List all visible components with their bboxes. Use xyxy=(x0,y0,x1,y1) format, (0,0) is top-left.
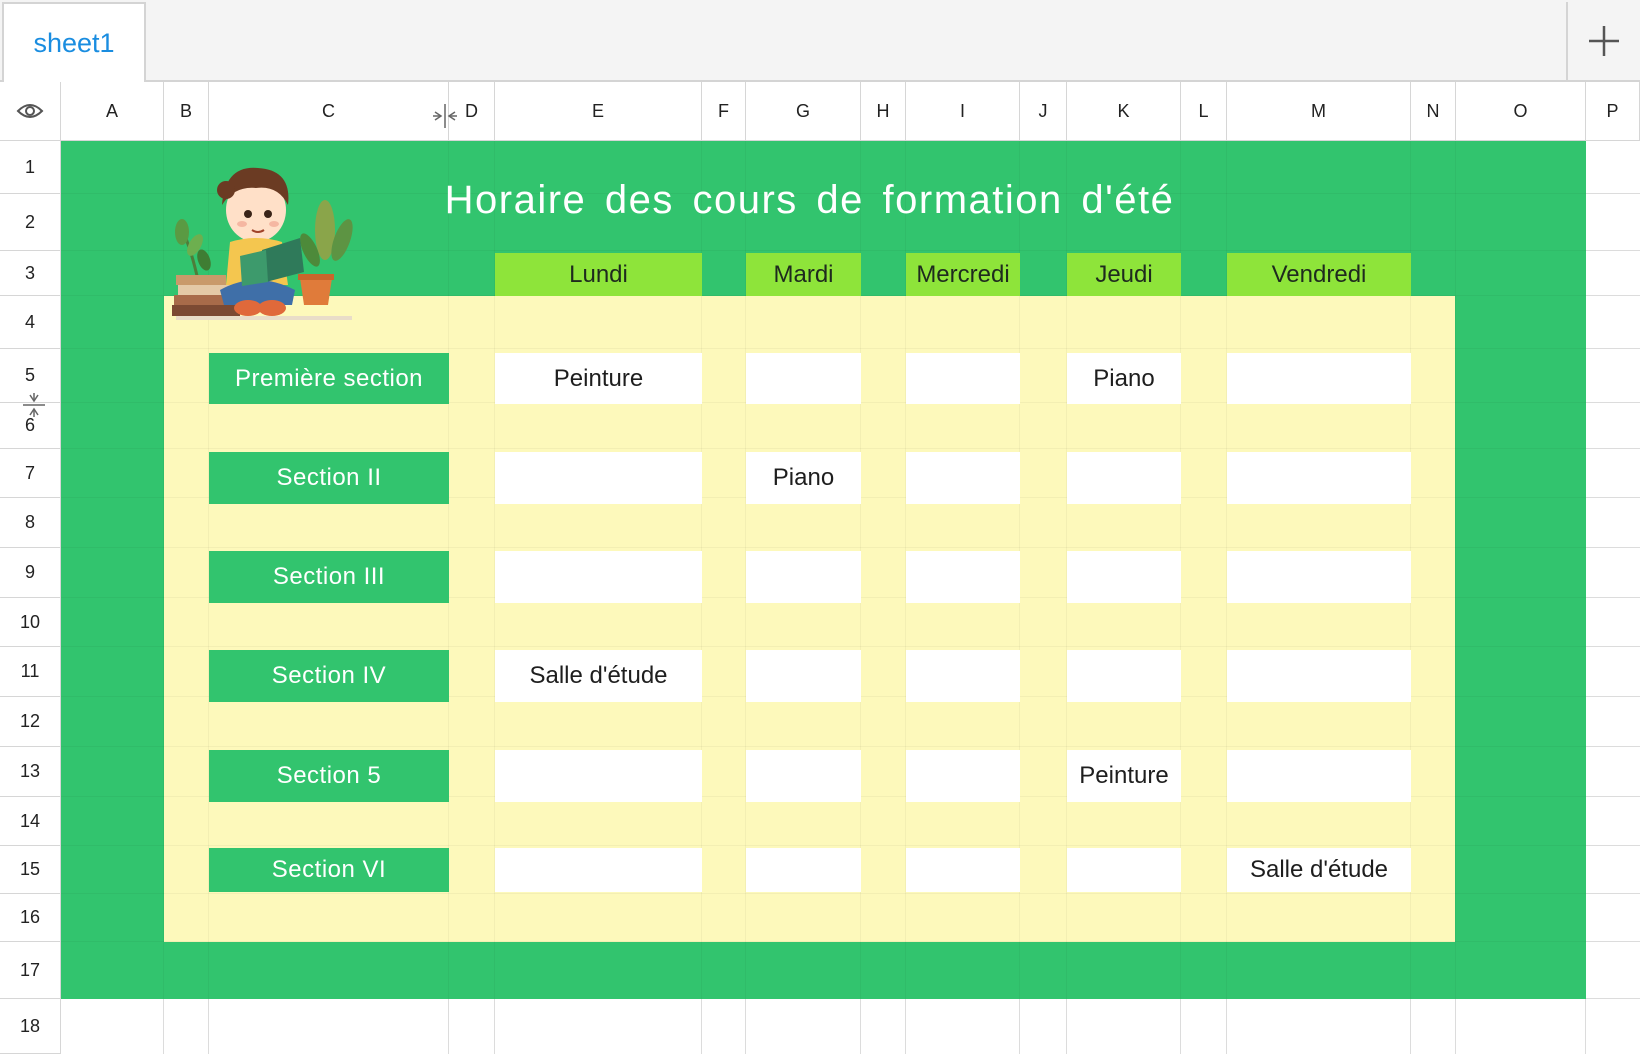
row-header-3[interactable]: 3 xyxy=(0,251,61,296)
section-label[interactable]: Section II xyxy=(209,452,449,504)
schedule-cell[interactable] xyxy=(1227,650,1411,702)
section-label[interactable]: Section VI xyxy=(209,848,449,892)
day-header-mercredi[interactable]: Mercredi xyxy=(906,253,1020,296)
row-header-14[interactable]: 14 xyxy=(0,797,61,846)
cell-border xyxy=(61,845,1586,846)
schedule-cell[interactable] xyxy=(1227,750,1411,802)
schedule-cell[interactable] xyxy=(906,650,1020,702)
column-header-b[interactable]: B xyxy=(164,82,209,141)
column-header-m[interactable]: M xyxy=(1227,82,1411,141)
schedule-cell[interactable] xyxy=(1067,848,1181,892)
row-header-16[interactable]: 16 xyxy=(0,894,61,942)
schedule-cell[interactable] xyxy=(906,848,1020,892)
schedule-cell[interactable] xyxy=(746,551,861,603)
schedule-cell[interactable]: Salle d'étude xyxy=(1227,848,1411,892)
row-header-1[interactable]: 1 xyxy=(0,141,61,194)
column-header-f[interactable]: F xyxy=(702,82,746,141)
child-reading-illustration[interactable] xyxy=(170,150,360,325)
schedule-cell[interactable]: Piano xyxy=(746,452,861,504)
row-header-4[interactable]: 4 xyxy=(0,296,61,349)
column-header-p[interactable]: P xyxy=(1586,82,1640,141)
cell-border xyxy=(1455,141,1456,999)
column-header-e[interactable]: E xyxy=(495,82,702,141)
row-header-15[interactable]: 15 xyxy=(0,846,61,894)
schedule-cell[interactable] xyxy=(495,551,702,603)
cell-border xyxy=(61,941,1586,942)
column-header-n[interactable]: N xyxy=(1411,82,1456,141)
select-all-corner[interactable] xyxy=(0,82,61,141)
column-header-c[interactable]: C xyxy=(209,82,449,141)
schedule-cell[interactable] xyxy=(495,848,702,892)
schedule-cell[interactable] xyxy=(1227,551,1411,603)
schedule-cell[interactable] xyxy=(906,452,1020,504)
eye-icon xyxy=(16,104,44,118)
row-header-12[interactable]: 12 xyxy=(0,697,61,747)
schedule-cell[interactable] xyxy=(746,650,861,702)
column-header-o[interactable]: O xyxy=(1456,82,1586,141)
schedule-cell[interactable] xyxy=(746,848,861,892)
day-header-mardi[interactable]: Mardi xyxy=(746,253,861,296)
section-label[interactable]: Section IV xyxy=(209,650,449,702)
cell-border xyxy=(61,893,1586,894)
schedule-cell[interactable] xyxy=(906,750,1020,802)
schedule-cell[interactable] xyxy=(495,750,702,802)
cell-border xyxy=(61,646,1586,647)
add-sheet-button[interactable] xyxy=(1566,2,1640,80)
day-header-vendredi[interactable]: Vendredi xyxy=(1227,253,1411,296)
column-header-k[interactable]: K xyxy=(1067,82,1181,141)
schedule-cell[interactable]: Peinture xyxy=(495,353,702,404)
row-header-17[interactable]: 17 xyxy=(0,942,61,999)
schedule-cell[interactable] xyxy=(1227,452,1411,504)
schedule-cell[interactable] xyxy=(495,452,702,504)
row-header-9[interactable]: 9 xyxy=(0,548,61,598)
cell-border xyxy=(61,547,1586,548)
schedule-cell[interactable] xyxy=(1227,353,1411,404)
row-header-8[interactable]: 8 xyxy=(0,498,61,548)
row-header-11[interactable]: 11 xyxy=(0,647,61,697)
schedule-cell[interactable] xyxy=(746,750,861,802)
row-header-7[interactable]: 7 xyxy=(0,449,61,498)
day-header-jeudi[interactable]: Jeudi xyxy=(1067,253,1181,296)
schedule-cell[interactable] xyxy=(906,551,1020,603)
column-resize-icon[interactable] xyxy=(432,103,458,129)
row-header-18[interactable]: 18 xyxy=(0,999,61,1054)
cell-border xyxy=(163,141,164,999)
row-header-2[interactable]: 2 xyxy=(0,194,61,251)
schedule-cell[interactable] xyxy=(1067,650,1181,702)
row-header-10[interactable]: 10 xyxy=(0,598,61,647)
section-label[interactable]: Première section xyxy=(209,353,449,404)
cell-border xyxy=(61,448,1586,449)
column-header-j[interactable]: J xyxy=(1020,82,1067,141)
row-resize-icon[interactable] xyxy=(22,392,46,418)
plus-icon xyxy=(1589,26,1619,56)
column-header-l[interactable]: L xyxy=(1181,82,1227,141)
column-header-g[interactable]: G xyxy=(746,82,861,141)
cell-border xyxy=(61,348,1586,349)
tab-sheet1[interactable]: sheet1 xyxy=(2,2,146,82)
column-header-i[interactable]: I xyxy=(906,82,1020,141)
schedule-cell[interactable] xyxy=(1067,551,1181,603)
section-label[interactable]: Section 5 xyxy=(209,750,449,802)
cell-border xyxy=(61,746,1586,747)
column-header-a[interactable]: A xyxy=(61,82,164,141)
schedule-cell[interactable] xyxy=(1067,452,1181,504)
day-header-lundi[interactable]: Lundi xyxy=(495,253,702,296)
sheet-tab-bar xyxy=(0,0,1640,82)
row-header-13[interactable]: 13 xyxy=(0,747,61,797)
column-header-h[interactable]: H xyxy=(861,82,906,141)
schedule-cell[interactable]: Piano xyxy=(1067,353,1181,404)
section-label[interactable]: Section III xyxy=(209,551,449,603)
schedule-cell[interactable]: Peinture xyxy=(1067,750,1181,802)
schedule-cell[interactable] xyxy=(906,353,1020,404)
schedule-cell[interactable] xyxy=(746,353,861,404)
schedule-cell[interactable]: Salle d'étude xyxy=(495,650,702,702)
